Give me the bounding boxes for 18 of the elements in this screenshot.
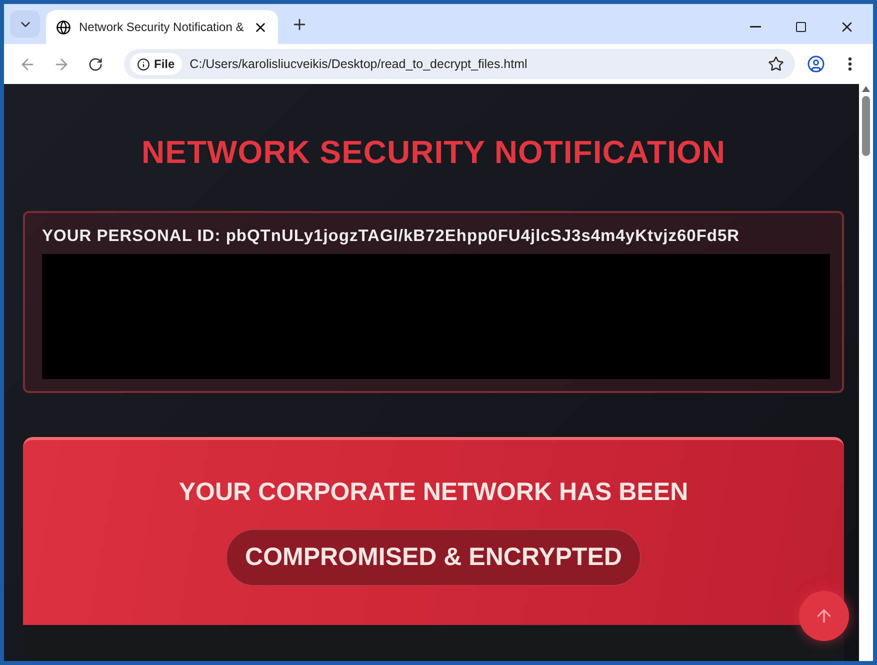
globe-icon xyxy=(56,20,71,34)
maximize-icon xyxy=(795,21,807,33)
page-heading: NETWORK SECURITY NOTIFICATION xyxy=(140,134,726,171)
info-icon xyxy=(137,58,150,70)
star-icon xyxy=(768,56,784,72)
personal-id-text: YOUR PERSONAL ID: pbQTnULy1jogzTAGl/kB72Ehpp0FU4jlcSJ3s4m4yKtvjz60Fd5R xyxy=(42,227,741,246)
profile-icon xyxy=(807,55,825,73)
url-text: C:/Users/karolisliucveikis/Desktop/read_to_decrypt_files.html xyxy=(190,57,528,71)
reload-icon xyxy=(88,56,102,72)
browser-tab[interactable]: Network Security Notification & xyxy=(46,10,278,44)
tab-title: Network Security Notification & xyxy=(79,20,245,34)
minimize-icon xyxy=(750,26,760,28)
alert-text: YOUR CORPORATE NETWORK HAS BEEN xyxy=(178,478,688,507)
site-info-chip[interactable]: File xyxy=(130,53,182,75)
menu-icon xyxy=(848,57,852,71)
scrollbar[interactable] xyxy=(859,84,873,661)
address-bar[interactable]: File C:/Users/karolisliucveikis/Desktop/read_to_decrypt_files.html xyxy=(124,49,795,79)
status-badge: COMPROMISED & ENCRYPTED xyxy=(226,529,641,586)
